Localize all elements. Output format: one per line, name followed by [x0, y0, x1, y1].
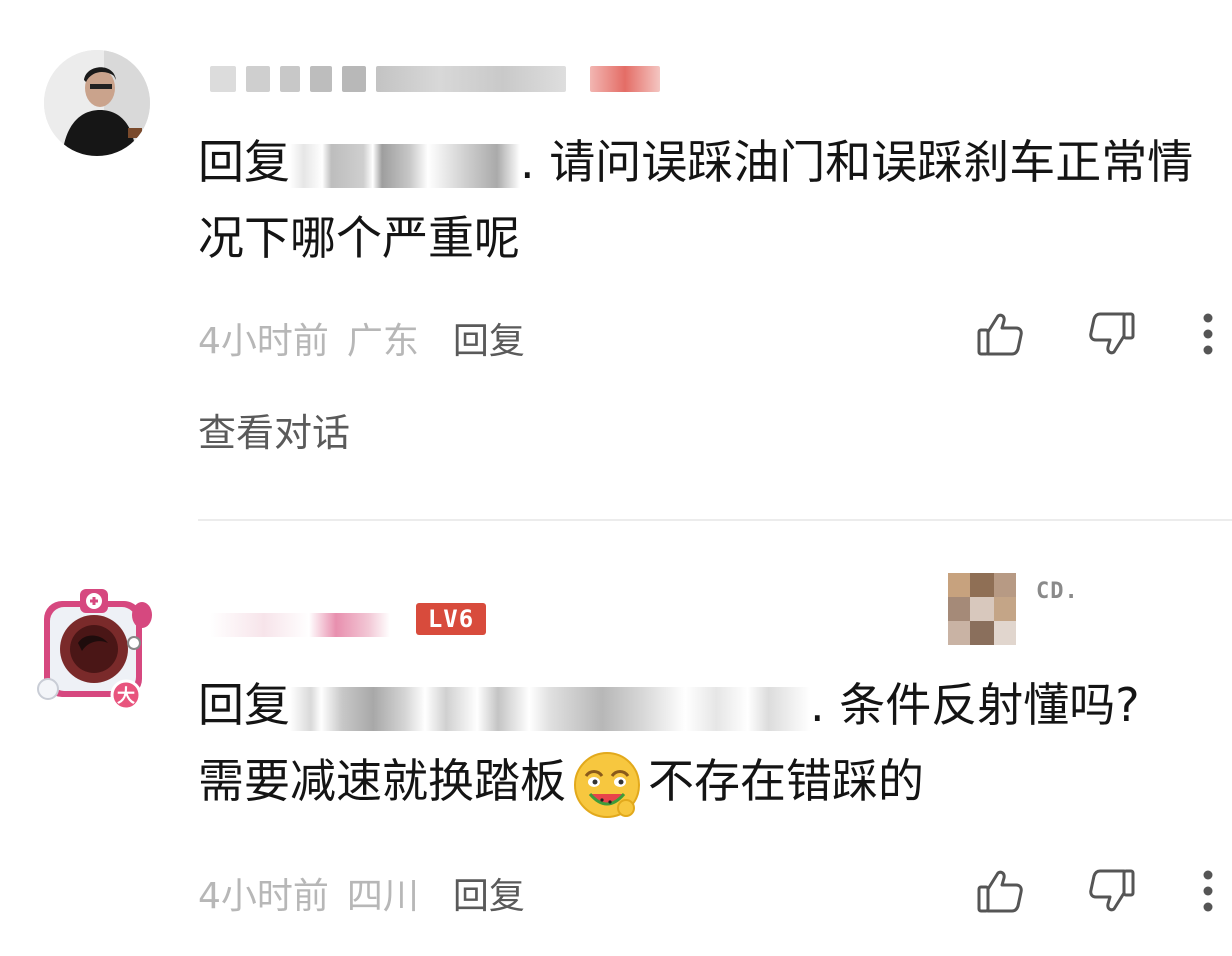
comment-item: 大 LV6 CD. 回复 . 条件反射懂吗? 需要减速就换踏板 不存在错踩的 4小… [0, 521, 1232, 956]
username-blurred[interactable] [210, 613, 390, 637]
username-blurred[interactable] [210, 66, 660, 92]
avatar-tag: 大 [117, 685, 135, 707]
comment-meta: 4小时前 广东 回复 [198, 310, 525, 366]
dislike-button[interactable] [1084, 306, 1140, 362]
user-avatar[interactable] [44, 50, 150, 156]
mentioned-user-blurred[interactable] [290, 686, 810, 731]
more-options-button[interactable] [1198, 863, 1218, 919]
like-button[interactable] [972, 863, 1028, 919]
comment-meta: 4小时前 四川 回复 [198, 865, 525, 921]
mentioned-user-blurred[interactable] [290, 143, 520, 188]
fan-badge-image[interactable] [948, 573, 1016, 645]
reply-prefix: 回复 [198, 678, 290, 732]
location: 四川 [346, 876, 419, 917]
comment-item: 回复. 请问误踩油门和误踩刹车正常情况下哪个严重呢 4小时前 广东 回复 查看对… [0, 0, 1232, 521]
view-conversation-link[interactable]: 查看对话 [198, 402, 350, 457]
comment-text: 回复 . 条件反射懂吗? 需要减速就换踏板 不存在错踩的 [198, 667, 1208, 820]
thumbs-up-icon [977, 313, 1023, 356]
comment-actions [972, 863, 1222, 919]
reply-body-line-1: . 条件反射懂吗? [810, 678, 1140, 732]
location: 广东 [346, 321, 419, 362]
more-options-button[interactable] [1198, 306, 1218, 362]
level-badge: LV6 [416, 603, 486, 635]
timestamp: 4小时前 [198, 876, 329, 917]
watermelon-face-emoji-icon [574, 751, 640, 818]
more-vertical-icon [1203, 313, 1213, 355]
thumbs-down-icon [1089, 312, 1135, 355]
reply-body-line-2b: 不存在错踩的 [648, 754, 924, 808]
thumbs-down-icon [1089, 869, 1135, 912]
dislike-button[interactable] [1084, 863, 1140, 919]
reply-body-line-2a: 需要减速就换踏板 [198, 754, 566, 808]
comment-text: 回复. 请问误踩油门和误踩刹车正常情况下哪个严重呢 [198, 124, 1208, 276]
reply-button[interactable]: 回复 [453, 312, 525, 364]
timestamp: 4小时前 [198, 321, 329, 362]
more-vertical-icon [1203, 870, 1213, 912]
comment-actions [972, 306, 1222, 362]
user-avatar[interactable]: 大 [30, 585, 158, 713]
thumbs-up-icon [977, 870, 1023, 913]
like-button[interactable] [972, 306, 1028, 362]
fan-badge-label: CD. [1036, 579, 1079, 604]
reply-prefix: 回复 [198, 135, 290, 189]
reply-button[interactable]: 回复 [453, 867, 525, 919]
